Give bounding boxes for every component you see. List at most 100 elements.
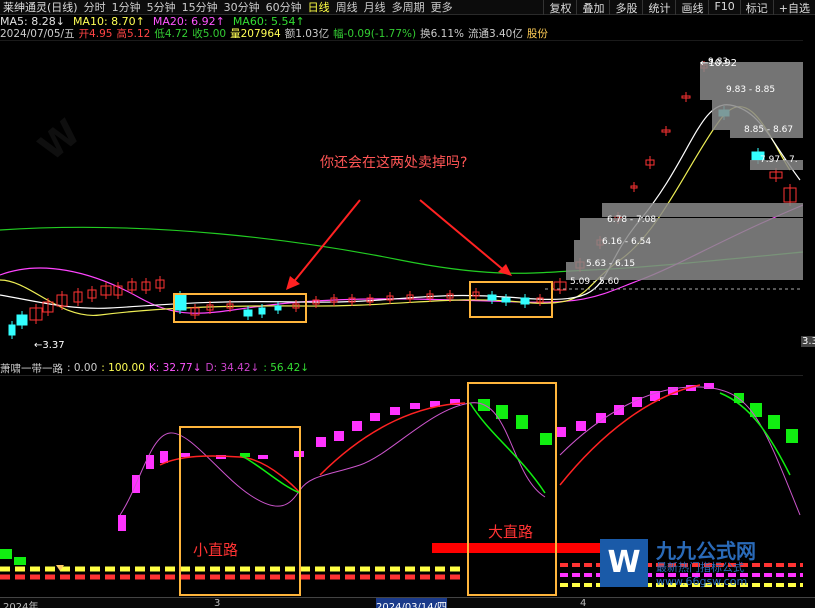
watermark-logo-icon: W <box>600 539 648 587</box>
indicator-item-2: : 100.00 <box>101 362 145 374</box>
d-block-9 <box>0 549 12 559</box>
info-item-2: 高5.12 <box>116 28 151 40</box>
quote-info: 2024/07/05/五 开4.95 高5.12 低4.72 收5.00 量207964 额… <box>0 27 815 40</box>
watermark-site: www.66gsw.com <box>656 575 748 588</box>
info-item-9: 流通3.40亿 <box>467 28 523 40</box>
k-block-16 <box>556 427 566 437</box>
d-line-2 <box>559 384 701 486</box>
axis-label-cursor-date: 2024/03/14/四 <box>376 598 448 608</box>
indicator-item-4: D: 34.42↓ <box>205 362 260 374</box>
indicator-item-3: K: 32.77↓ <box>148 362 202 374</box>
k-block-9 <box>334 431 344 441</box>
k-block-10 <box>352 421 362 431</box>
small-road-label: 小直路 <box>193 541 239 559</box>
period-tab-9[interactable]: 多周期 <box>389 0 428 15</box>
info-item-5: 量207964 <box>230 28 281 40</box>
indicator-item-1: : 0.00 <box>67 362 98 374</box>
chip-label-3: 7.97 - 7. <box>760 155 798 165</box>
tool-button-2[interactable]: 多股 <box>609 0 642 15</box>
period-tabs: 分时 1分钟 5分钟 15分钟 30分钟 60分钟 日线 周线 月线 多周期 更多 <box>81 0 456 15</box>
axis-label-4: 4 <box>580 598 587 608</box>
candlestick-chart[interactable]: 9.83 9.83 - 8.85 8.85 - 8.67 7.97 - 7. 6.78 … <box>0 40 803 356</box>
indicator-item-0: 萧啸一带一路 <box>0 362 63 375</box>
tool-button-5[interactable]: F10 <box>708 0 739 15</box>
d-block-4 <box>540 433 552 445</box>
k-block-3 <box>160 451 168 463</box>
arrow-right-line <box>419 199 507 273</box>
d-block-10 <box>14 557 26 565</box>
k-block-11 <box>370 413 380 421</box>
period-tab-5[interactable]: 60分钟 <box>263 0 305 15</box>
info-item-0: 2024/07/05/五 <box>0 28 75 40</box>
question-annotation: 你还会在这两处卖掉吗? <box>320 155 468 171</box>
info-item-6: 额1.03亿 <box>284 28 330 40</box>
chart-title: 莱绅通灵(日线) <box>3 1 78 14</box>
candle-body-17 <box>258 307 266 315</box>
period-tab-2[interactable]: 5分钟 <box>144 0 179 15</box>
period-tab-0[interactable]: 分时 <box>81 0 109 15</box>
info-item-4: 收5.00 <box>192 28 227 40</box>
k-block-13 <box>410 403 420 409</box>
k-block-8 <box>316 437 326 447</box>
k-block-17 <box>576 421 586 431</box>
candle-body-0 <box>8 324 16 336</box>
axis-label-3: 3 <box>214 598 221 608</box>
tool-button-1[interactable]: 叠加 <box>576 0 609 15</box>
candle-body-12 <box>173 294 187 311</box>
k-line <box>119 386 801 516</box>
axis-label-year: 2024年 <box>3 602 39 608</box>
indicator-item-5: : 56.42↓ <box>263 362 310 374</box>
j-line-1 <box>239 454 301 494</box>
info-item-8: 换6.11% <box>420 28 464 40</box>
info-item-7: 幅-0.09(-1.77%) <box>333 28 417 40</box>
tool-button-0[interactable]: 复权 <box>543 0 576 15</box>
candle-body-31 <box>520 297 530 305</box>
big-road-label: 大直路 <box>488 523 534 541</box>
info-item-1: 开4.95 <box>78 28 113 40</box>
indicator-legend: 萧啸一带一路 : 0.00: 100.00 K: 32.77↓ D: 34.42↓: … <box>0 361 815 375</box>
toolbar: 莱绅通灵(日线) 分时 1分钟 5分钟 15分钟 30分钟 60分钟 日线 周线 月线 多周期 更多… <box>0 0 815 15</box>
k-block-19 <box>614 405 624 415</box>
watermark-block: W 九九公式网 最新热门指标公式 www.66gsw.com <box>600 535 800 595</box>
period-tab-8[interactable]: 月线 <box>361 0 389 15</box>
time-axis: 2024年 3 2024/03/14/四 4 <box>0 597 815 608</box>
period-tab-1[interactable]: 1分钟 <box>109 0 144 15</box>
tool-button-4[interactable]: 画线 <box>675 0 708 15</box>
k-block-4 <box>180 453 190 457</box>
indicator-chart[interactable]: 小直路 大直路 W 九九公式网 最新热门指标公式 www.66gsw.com <box>0 375 803 597</box>
chip-label-7: 5.09 - 5.60 <box>570 277 619 287</box>
k-block-0 <box>118 515 126 531</box>
candle-body-1 <box>16 314 28 326</box>
watermark-tag: 最新热门指标公式 <box>656 561 744 574</box>
period-tab-4[interactable]: 30分钟 <box>221 0 263 15</box>
arrow-left-line <box>291 199 361 285</box>
candle-body-16 <box>243 309 253 317</box>
chip-label-5: 6.16 - 6.54 <box>602 237 651 247</box>
candle-body-18 <box>274 305 282 311</box>
low-price-label: ←3.37 <box>34 340 65 351</box>
candle-body-29 <box>487 294 497 301</box>
tool-button-6[interactable]: 标记 <box>739 0 773 15</box>
k-block-2 <box>146 455 154 469</box>
period-tab-7[interactable]: 周线 <box>333 0 361 15</box>
chip-label-6: 5.63 - 6.15 <box>586 259 635 269</box>
info-item-10: 股份 <box>526 28 548 40</box>
tool-button-3[interactable]: 统计 <box>642 0 675 15</box>
d-block-7 <box>768 415 780 429</box>
main-chart-svg: 9.839.83 - 8.858.85 - 8.677.97 - 7.6.78 … <box>0 40 803 339</box>
period-tab-10[interactable]: 更多 <box>428 0 456 15</box>
period-tab-6[interactable]: 日线 <box>305 0 333 15</box>
chip-label-2: 8.85 - 8.67 <box>744 125 793 135</box>
chip-label-4: 6.78 - 7.08 <box>607 215 656 225</box>
k-block-6 <box>258 455 268 459</box>
high-price-label: ←10.92 <box>700 58 738 69</box>
chip-label-1: 9.83 - 8.85 <box>726 85 775 95</box>
toolbar-right: 复权 叠加 多股 统计 画线 F10 标记 +自选 <box>543 0 815 15</box>
k-block-12 <box>390 407 400 415</box>
price-axis-label: 3.3 <box>801 336 815 347</box>
d-block-3 <box>516 415 528 429</box>
candle-body-30 <box>501 297 511 303</box>
tool-button-7[interactable]: +自选 <box>772 0 815 15</box>
period-tab-3[interactable]: 15分钟 <box>179 0 221 15</box>
info-item-3: 低4.72 <box>154 28 189 40</box>
